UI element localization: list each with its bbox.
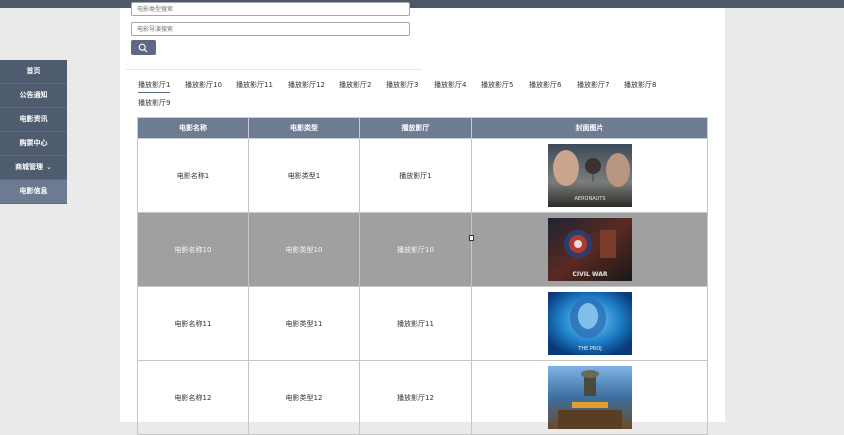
mouse-cursor (469, 235, 474, 241)
top-bar (0, 0, 844, 8)
tab-hall-10[interactable]: 播放影厅10 (185, 78, 222, 92)
sidebar-item-news[interactable]: 电影资讯 (0, 108, 67, 132)
cell-cover (471, 360, 708, 435)
tab-hall-9[interactable]: 播放影厅9 (138, 96, 170, 110)
divider (126, 69, 422, 70)
tab-hall-11[interactable]: 播放影厅11 (236, 78, 273, 92)
table-row[interactable]: 电影名称1 电影类型1 播放影厅1 AERONAUTS (137, 138, 708, 213)
column-header-cover: 封面图片 (471, 117, 708, 139)
search-button[interactable] (131, 40, 156, 55)
movie-type-search-input[interactable] (131, 2, 410, 16)
cell-movie-name: 电影名称11 (137, 286, 249, 361)
cell-movie-type: 电影类型1 (248, 138, 360, 213)
tab-hall-1[interactable]: 播放影厅1 (138, 78, 171, 93)
sidebar: 首页 公告通知 电影资讯 购票中心 商城管理 ⌄ 电影信息 (0, 60, 67, 204)
sidebar-item-home[interactable]: 首页 (0, 60, 67, 84)
search-icon (138, 43, 148, 53)
poster-title-text: THE PROJ (577, 346, 601, 352)
tab-hall-2[interactable]: 播放影厅2 (339, 78, 371, 92)
column-header-hall: 播放影厅 (359, 117, 472, 139)
column-header-name: 电影名称 (137, 117, 249, 139)
sidebar-item-mall[interactable]: 商城管理 ⌄ (0, 156, 67, 180)
poster-image[interactable] (547, 366, 632, 429)
cell-movie-hall: 播放影厅11 (359, 286, 472, 361)
tab-hall-3[interactable]: 播放影厅3 (386, 78, 418, 92)
director-search-input[interactable] (131, 22, 410, 36)
main-panel: 播放影厅1 播放影厅10 播放影厅11 播放影厅12 播放影厅2 播放影厅3 播… (120, 2, 725, 435)
sidebar-item-label: 公告通知 (19, 91, 48, 99)
poster-title-text: AERONAUTS (574, 196, 605, 202)
cell-movie-hall: 播放影厅10 (359, 212, 472, 287)
sidebar-item-label: 首页 (26, 67, 41, 75)
tab-hall-8[interactable]: 播放影厅8 (624, 78, 656, 92)
table-row[interactable]: 电影名称10 电影类型10 播放影厅10 CIVIL WAR (137, 212, 708, 287)
cell-movie-hall: 播放影厅12 (359, 360, 472, 435)
cell-movie-name: 电影名称1 (137, 138, 249, 213)
cell-movie-hall: 播放影厅1 (359, 138, 472, 213)
poster-image[interactable]: AERONAUTS (547, 144, 632, 207)
table-row[interactable]: 电影名称12 电影类型12 播放影厅12 (137, 360, 708, 435)
sidebar-item-movie-info[interactable]: 电影信息 (0, 180, 67, 204)
sidebar-item-tickets[interactable]: 购票中心 (0, 132, 67, 156)
cell-movie-name: 电影名称12 (137, 360, 249, 435)
poster-image[interactable]: THE PROJ (547, 292, 632, 355)
table-row[interactable]: 电影名称11 电影类型11 播放影厅11 THE PROJ (137, 286, 708, 361)
sidebar-item-notices[interactable]: 公告通知 (0, 84, 67, 108)
sidebar-item-label: 购票中心 (19, 139, 48, 147)
cell-movie-type: 电影类型10 (248, 212, 360, 287)
column-header-type: 电影类型 (248, 117, 360, 139)
cell-movie-name: 电影名称10 (137, 212, 249, 287)
sidebar-item-label: 电影信息 (19, 187, 48, 195)
tab-hall-5[interactable]: 播放影厅5 (481, 78, 513, 92)
table-header-row: 电影名称 电影类型 播放影厅 封面图片 (137, 117, 708, 139)
sidebar-item-label: 商城管理 (15, 163, 44, 171)
poster-image[interactable]: CIVIL WAR (547, 218, 632, 281)
tab-hall-4[interactable]: 播放影厅4 (434, 78, 466, 92)
cell-movie-type: 电影类型11 (248, 286, 360, 361)
cell-movie-type: 电影类型12 (248, 360, 360, 435)
cell-cover: AERONAUTS (471, 138, 708, 213)
chevron-down-icon: ⌄ (46, 163, 52, 171)
poster-title-text: CIVIL WAR (572, 271, 607, 278)
sidebar-item-label: 电影资讯 (19, 115, 48, 123)
tab-hall-12[interactable]: 播放影厅12 (288, 78, 325, 92)
cell-cover: THE PROJ (471, 286, 708, 361)
movie-table: 电影名称 电影类型 播放影厅 封面图片 电影名称1 电影类型1 播放影厅1 AE… (137, 117, 708, 435)
cell-cover: CIVIL WAR (471, 212, 708, 287)
tab-hall-7[interactable]: 播放影厅7 (577, 78, 609, 92)
tab-hall-6[interactable]: 播放影厅6 (529, 78, 561, 92)
